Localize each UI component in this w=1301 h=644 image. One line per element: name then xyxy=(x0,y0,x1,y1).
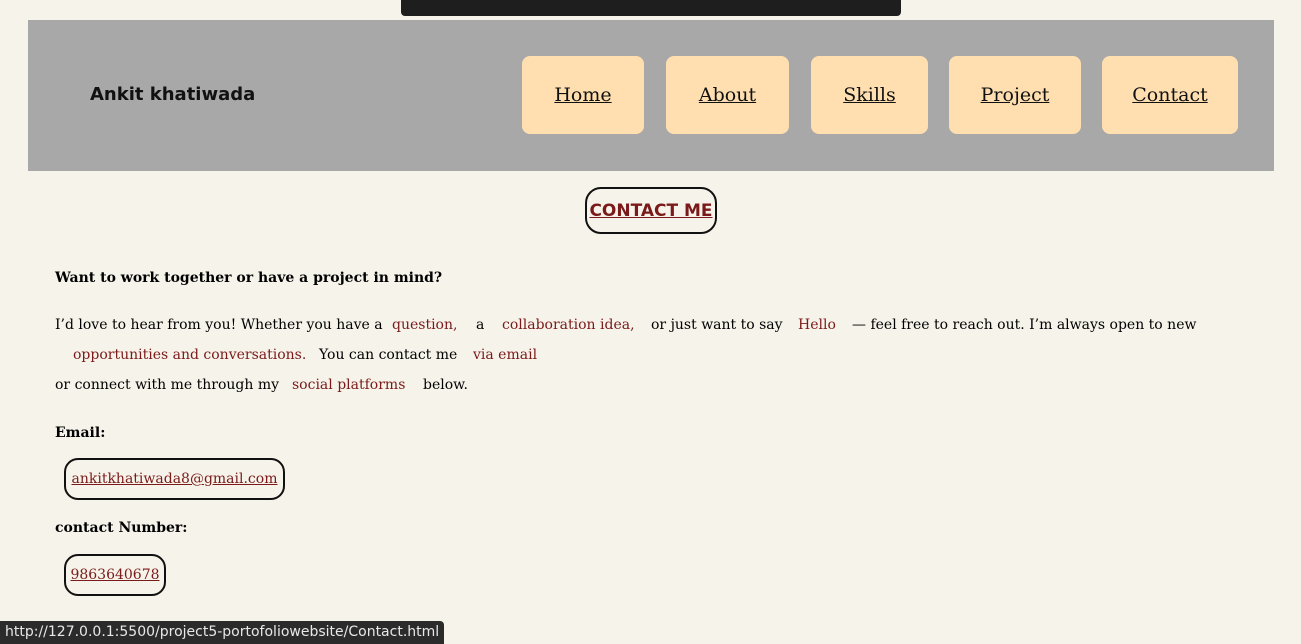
browser-top-overlay xyxy=(401,0,901,16)
nav-contact-button[interactable]: Contact xyxy=(1102,56,1238,134)
highlight-opportunities: opportunities and conversations. xyxy=(73,347,307,363)
nav-home-button[interactable]: Home xyxy=(522,56,644,134)
page-title: CONTACT ME xyxy=(585,187,717,234)
intro-text: below. xyxy=(423,377,468,393)
site-header: Ankit khatiwada Home About Skills Projec… xyxy=(28,20,1274,171)
intro-heading: Want to work together or have a project … xyxy=(55,270,443,286)
nav-project-button[interactable]: Project xyxy=(949,56,1081,134)
intro-text: or connect with me through my xyxy=(55,377,280,393)
site-brand: Ankit khatiwada xyxy=(90,84,256,105)
phone-label: contact Number: xyxy=(55,520,188,536)
highlight-question: question, xyxy=(392,317,458,333)
intro-text: — feel free to reach out. I’m always ope… xyxy=(852,317,1197,333)
email-link[interactable]: ankitkhatiwada8@gmail.com xyxy=(64,458,285,500)
nav-about-button[interactable]: About xyxy=(666,56,789,134)
email-label: Email: xyxy=(55,425,106,441)
nav-skills-button[interactable]: Skills xyxy=(811,56,928,134)
intro-text: or just want to say xyxy=(651,317,783,333)
highlight-collaboration: collaboration idea, xyxy=(502,317,635,333)
highlight-hello: Hello xyxy=(798,317,836,333)
intro-text: You can contact me xyxy=(319,347,458,363)
highlight-social: social platforms xyxy=(292,377,406,393)
status-bar-url: http://127.0.0.1:5500/project5-portofoli… xyxy=(0,621,445,644)
intro-text: a xyxy=(476,317,485,333)
intro-text: I’d love to hear from you! Whether you h… xyxy=(55,317,383,333)
highlight-email: via email xyxy=(473,347,538,363)
phone-link[interactable]: 9863640678 xyxy=(64,554,166,596)
